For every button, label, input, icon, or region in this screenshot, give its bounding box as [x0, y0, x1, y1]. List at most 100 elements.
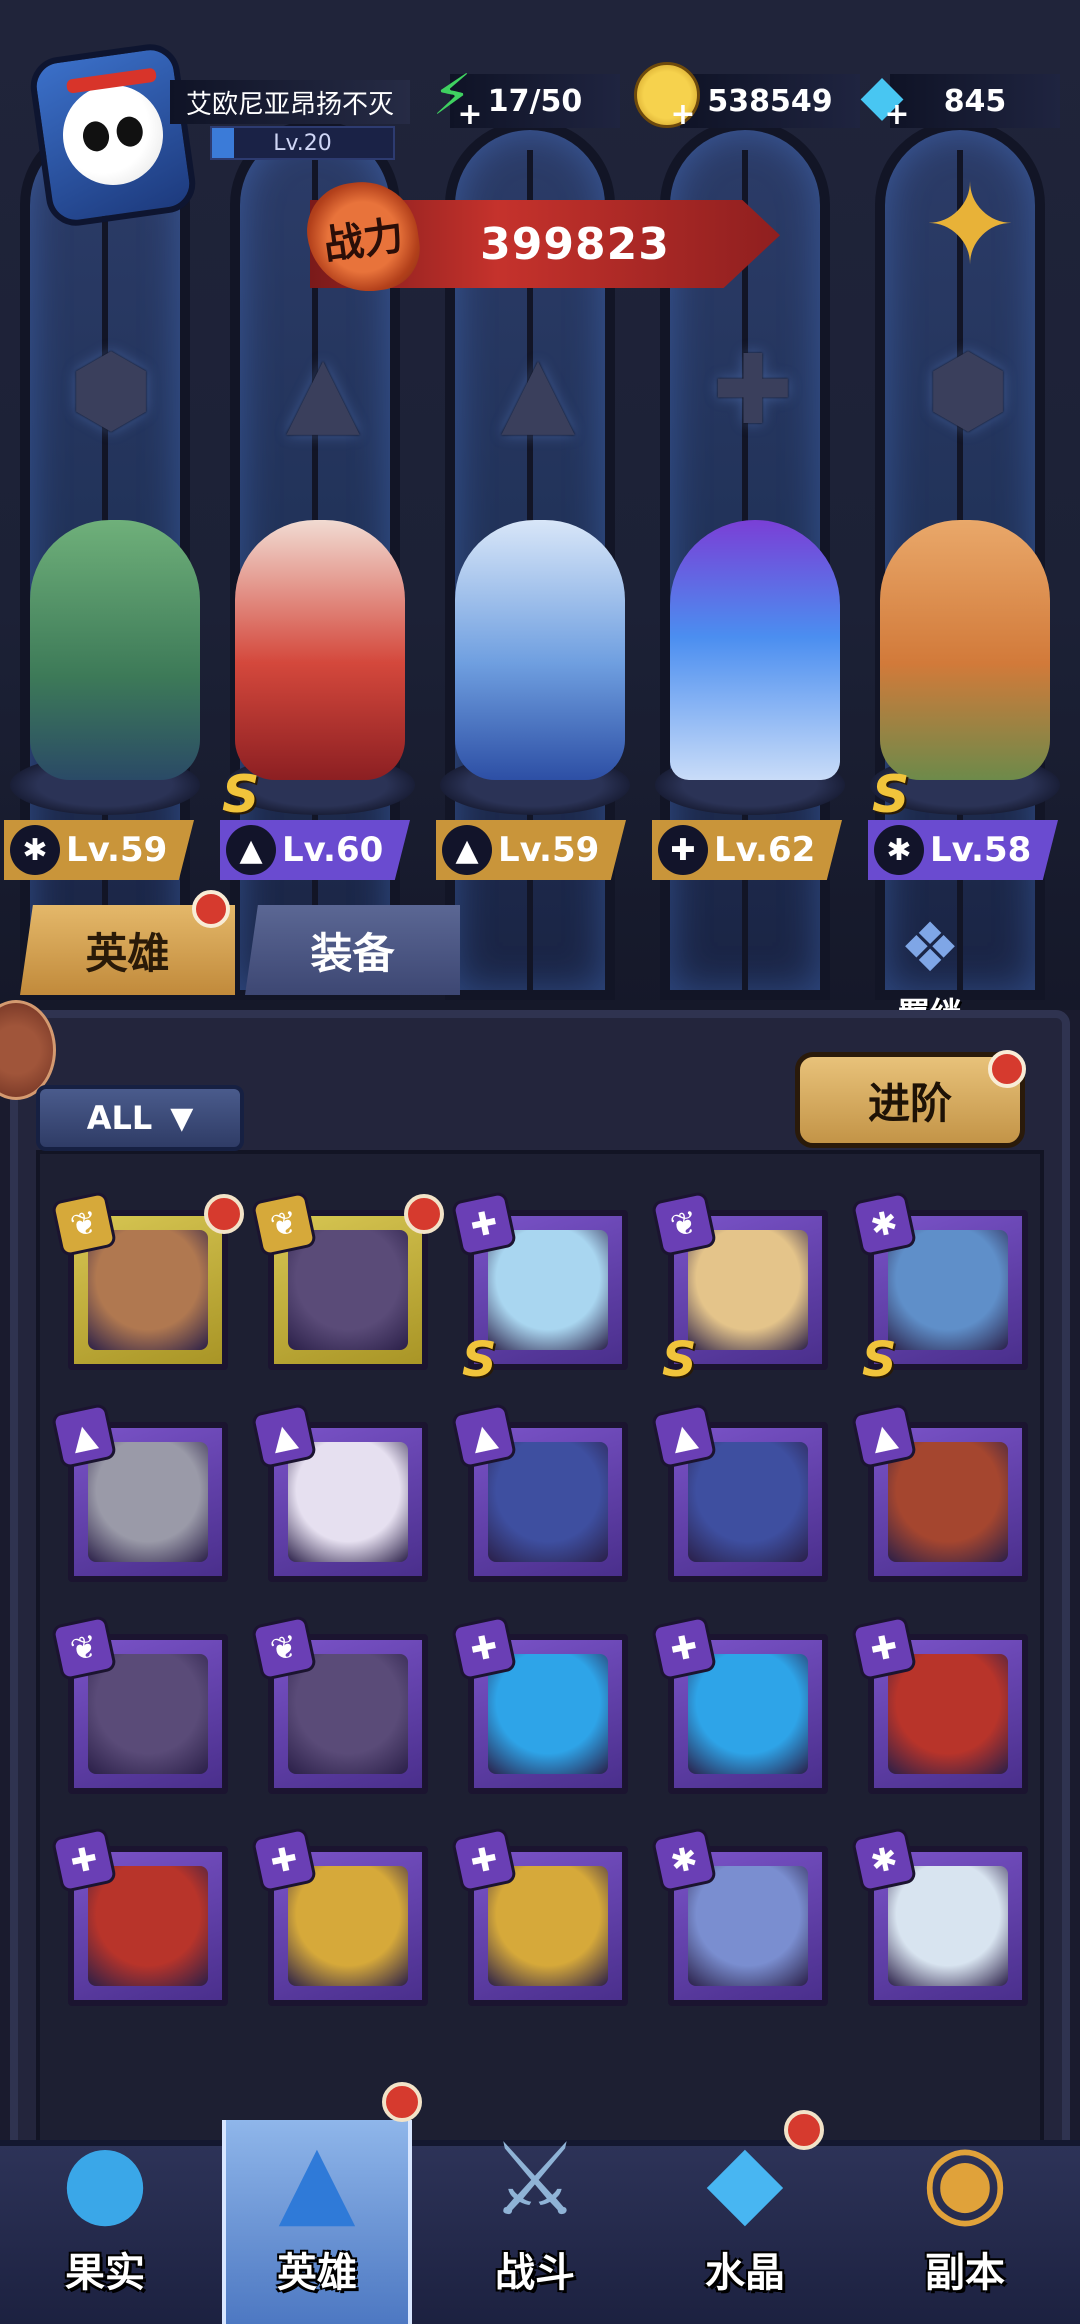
hero-card[interactable]: ❦: [50, 1190, 244, 1370]
wrench-class-icon: ✚: [450, 1614, 518, 1682]
hero-card[interactable]: ▲: [50, 1402, 228, 1582]
hero-medusa[interactable]: [30, 520, 200, 780]
wizard-hat-class-icon: ▲: [450, 1402, 518, 1470]
hero-portrait: [488, 1230, 608, 1350]
level-progress-fill: [212, 128, 234, 158]
wing-class-icon: ❦: [250, 1190, 318, 1258]
wizard-hat-class-icon: ▲: [50, 1402, 118, 1470]
claw-class-icon: ✱: [850, 1190, 918, 1258]
hero-card[interactable]: ✚: [450, 1826, 628, 2006]
wrench-class-icon: ✚: [450, 1826, 518, 1894]
tab-equipment-label: 装备: [310, 928, 395, 978]
rank-s-badge: S: [462, 1332, 497, 1388]
filter-label: ALL: [86, 1099, 153, 1137]
hero-portrait: [688, 1654, 808, 1774]
wizard-hat-class-icon: ▲: [650, 1402, 718, 1470]
advance-notification-dot: [988, 1050, 1026, 1088]
claw-emblem-icon: ⬢: [926, 334, 1010, 446]
add-stamina-button[interactable]: +: [455, 100, 485, 130]
player-avatar[interactable]: [26, 40, 200, 230]
wing-class-icon: ❦: [650, 1190, 718, 1258]
lineup-level: Lv.62: [714, 830, 816, 870]
hero-portrait: [488, 1442, 608, 1562]
gold-value: 538549: [707, 83, 833, 119]
tab-heroes-notification-dot: [192, 890, 230, 928]
hero-card[interactable]: ✚: [850, 1614, 1028, 1794]
hero-hat-icon: ▲: [278, 2121, 356, 2238]
nav-heroes-notification-dot: [382, 2082, 422, 2122]
chevron-down-icon: ▼: [170, 1100, 194, 1136]
hero-portrait: [288, 1442, 408, 1562]
lineup-level-plate: ✱ Lv.59: [4, 820, 194, 880]
tab-equipment[interactable]: 装备: [245, 905, 460, 995]
wrench-icon: ✚: [658, 825, 708, 875]
combat-power-value: 399823: [480, 218, 670, 270]
hero-card[interactable]: ▲: [450, 1402, 628, 1582]
hero-card[interactable]: ✚: [650, 1614, 828, 1794]
claw-emblem-icon: ⬢: [69, 334, 153, 446]
hero-card[interactable]: ❦ S: [650, 1190, 828, 1388]
hero-ice-mage[interactable]: [455, 520, 625, 780]
nav-crystal-notification-dot: [784, 2110, 824, 2150]
hero-portrait: [888, 1230, 1008, 1350]
hero-card[interactable]: ❦: [250, 1614, 428, 1794]
nav-fruit-label: 果实: [65, 2250, 145, 2296]
nav-dungeon[interactable]: ◉ 副本: [870, 2120, 1060, 2324]
hero-portrait: [88, 1654, 208, 1774]
class-filter-dropdown[interactable]: ALL ▼: [36, 1085, 244, 1151]
tab-heroes-label: 英雄: [85, 928, 170, 978]
wrench-class-icon: ✚: [650, 1614, 718, 1682]
nav-battle-label: 战斗: [495, 2250, 575, 2296]
hero-glass-pod[interactable]: [670, 520, 840, 780]
hero-card[interactable]: ✚: [50, 1826, 228, 2006]
nav-dungeon-label: 副本: [925, 2250, 1005, 2296]
nav-fruit[interactable]: ● 果实: [10, 2120, 200, 2324]
hero-card[interactable]: ✱ S: [850, 1190, 1028, 1388]
hero-card[interactable]: ▲: [250, 1402, 428, 1582]
hero-card[interactable]: ✚: [450, 1614, 628, 1794]
add-gold-button[interactable]: +: [668, 100, 698, 130]
fruit-icon: ●: [61, 2121, 149, 2238]
rank-s-badge: S: [862, 1332, 897, 1388]
claw-class-icon: ✱: [650, 1826, 718, 1894]
hero-portrait: [88, 1866, 208, 1986]
lineup-level: Lv.59: [66, 830, 168, 870]
hero-beast-drummer[interactable]: [880, 520, 1050, 780]
rank-s-badge: S: [662, 1332, 697, 1388]
nav-battle[interactable]: ⚔ 战斗: [440, 2120, 630, 2324]
bond-icon: ❖: [899, 909, 961, 988]
hero-card[interactable]: ▲: [650, 1402, 828, 1582]
hero-card[interactable]: ❦: [50, 1614, 228, 1794]
hero-fire-mage[interactable]: [235, 520, 405, 780]
hero-portrait: [888, 1442, 1008, 1562]
hero-card[interactable]: ✱: [650, 1826, 828, 2006]
wizard-hat-class-icon: ▲: [850, 1402, 918, 1470]
add-diamond-button[interactable]: +: [882, 100, 912, 130]
hero-portrait: [288, 1230, 408, 1350]
lineup-level: Lv.59: [498, 830, 600, 870]
player-level-bar: Lv.20: [210, 126, 395, 160]
lineup-level-plate: ✱ Lv.58: [868, 820, 1058, 880]
nav-crystal[interactable]: ◆ 水晶: [650, 2120, 840, 2324]
player-level: Lv.20: [273, 130, 332, 156]
hero-card[interactable]: ✚: [250, 1826, 428, 2006]
hero-portrait: [88, 1230, 208, 1350]
nav-heroes[interactable]: ▲ 英雄: [222, 2120, 412, 2324]
portal-icon: ◉: [921, 2121, 1009, 2238]
hero-card[interactable]: ✚ S: [450, 1190, 628, 1388]
hero-portrait: [888, 1866, 1008, 1986]
rank-s-badge: S: [872, 765, 910, 825]
sword-icon: ⚔: [490, 2121, 580, 2238]
hero-card[interactable]: ✱: [850, 1826, 1028, 2006]
lineup-level: Lv.60: [282, 830, 384, 870]
wing-class-icon: ❦: [50, 1190, 118, 1258]
hero-card[interactable]: ▲: [850, 1402, 1028, 1582]
sparkle-menu-icon[interactable]: ✦: [910, 165, 1030, 285]
hero-card[interactable]: ❦: [250, 1190, 444, 1370]
wing-class-icon: ❦: [50, 1614, 118, 1682]
diamond-value: 845: [943, 83, 1007, 119]
wrench-class-icon: ✚: [450, 1190, 518, 1258]
nav-crystal-label: 水晶: [705, 2250, 785, 2296]
hero-portrait: [488, 1654, 608, 1774]
wrench-emblem-icon: ✚: [712, 334, 794, 446]
